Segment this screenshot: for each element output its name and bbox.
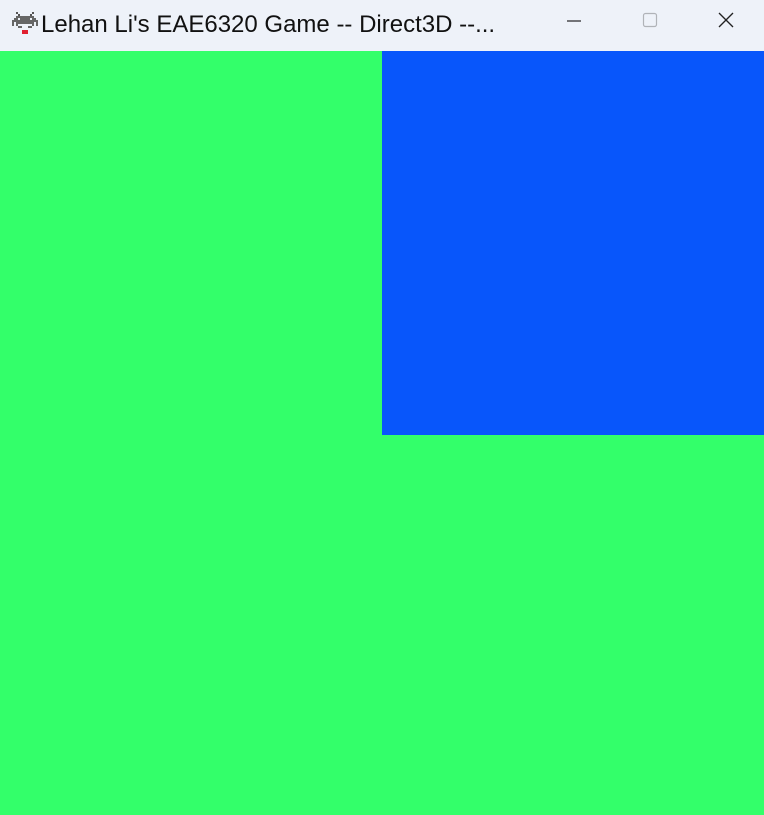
blue-quad [382,51,764,435]
maximize-icon [642,12,658,33]
minimize-button[interactable] [536,0,612,44]
window-title: Lehan Li's EAE6320 Game -- Direct3D --..… [41,11,496,38]
space-invader-icon[interactable] [12,12,38,36]
render-viewport[interactable] [0,51,764,815]
minimize-icon [566,12,582,33]
game-window: Lehan Li's EAE6320 Game -- Direct3D --..… [0,0,764,815]
maximize-button[interactable] [612,0,688,44]
close-button[interactable] [688,0,764,44]
title-bar[interactable]: Lehan Li's EAE6320 Game -- Direct3D --..… [0,0,764,51]
close-icon [717,11,735,34]
